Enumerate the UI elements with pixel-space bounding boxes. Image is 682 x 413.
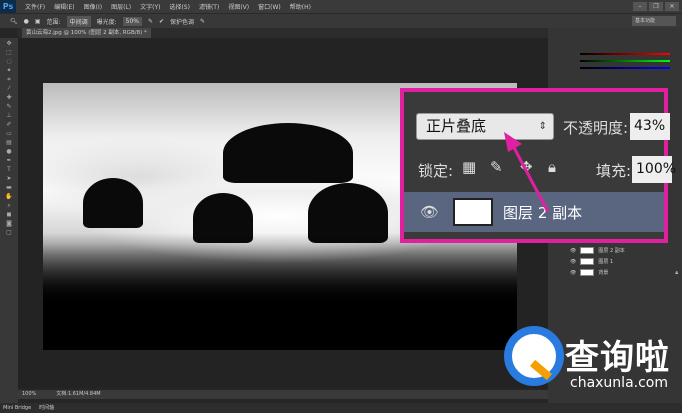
menu-filter[interactable]: 滤镜(T) — [199, 2, 219, 11]
watermark-url: chaxunla.com — [570, 375, 668, 391]
blend-mode-value: 正片叠底 — [426, 117, 487, 135]
range-label: 范围: — [46, 18, 61, 26]
dodge-tool-icon[interactable]: 🔍︎ — [10, 18, 18, 25]
layer-row[interactable]: 👁︎ 图层 2 副本 — [570, 246, 678, 255]
menu-image[interactable]: 图像(I) — [84, 2, 102, 11]
eraser-icon[interactable]: ▭ — [4, 130, 14, 137]
exposure-label: 曝光度: — [96, 18, 117, 26]
red-slider[interactable] — [580, 53, 670, 55]
hand-tool-icon[interactable]: ✋ — [4, 193, 14, 200]
status-bar: 100% 文档:1.61M/4.84M — [18, 390, 548, 399]
healing-icon[interactable]: ✚ — [4, 94, 14, 101]
tab-timeline[interactable]: 时间轴 — [39, 403, 54, 413]
move-tool-icon[interactable]: ✥ — [4, 40, 14, 47]
tab-mini-bridge[interactable]: Mini Bridge — [3, 403, 31, 413]
exposure-input[interactable]: 50% — [122, 16, 142, 26]
fill-label: 填充: — [596, 162, 632, 180]
close-button[interactable]: ✕ — [665, 2, 679, 11]
layer-row[interactable]: 👁︎ 背景 🔒︎ — [570, 268, 678, 277]
fill-input[interactable]: 100% — [632, 156, 676, 183]
shape-tool-icon[interactable]: ▬ — [4, 184, 14, 191]
pressure-icon[interactable]: ✎ — [200, 18, 205, 25]
layer-thumbnail — [580, 258, 595, 265]
menu-type[interactable]: 文字(Y) — [140, 2, 160, 11]
lasso-tool-icon[interactable]: ◌ — [4, 58, 14, 65]
layer-thumbnail — [580, 247, 595, 254]
layer-thumbnail — [580, 269, 595, 276]
bottom-tabs: Mini Bridge 时间轴 — [0, 403, 682, 413]
photoshop-logo: Ps — [0, 0, 16, 13]
brush-preset-icon[interactable]: ● — [24, 18, 29, 25]
menu-view[interactable]: 视图(V) — [228, 2, 249, 11]
pointer-arrow — [504, 132, 550, 213]
menu-window[interactable]: 窗口(W) — [258, 2, 281, 11]
type-tool-icon[interactable]: T — [4, 166, 14, 173]
color-swatch-icon[interactable]: ◼ — [4, 211, 14, 218]
eye-icon[interactable]: 👁︎ — [570, 248, 576, 254]
zoom-tool-icon[interactable]: ⌕ — [4, 202, 14, 209]
layer-row[interactable]: 👁︎ 图层 1 — [570, 257, 678, 266]
path-select-icon[interactable]: ➤ — [4, 175, 14, 182]
menu-layer[interactable]: 图层(L) — [111, 2, 131, 11]
stamp-tool-icon[interactable]: ⊥ — [4, 112, 14, 119]
layer-name: 图层 2 副本 — [598, 248, 625, 254]
brush-tool-icon[interactable]: ✎ — [4, 103, 14, 110]
menu-help[interactable]: 帮助(H) — [290, 2, 311, 11]
brush-panel-icon[interactable]: ▣ — [35, 18, 41, 25]
quick-mask-icon[interactable]: ◙ — [4, 220, 14, 227]
eye-icon[interactable]: 👁︎ — [420, 203, 439, 221]
minimize-button[interactable]: – — [633, 2, 647, 11]
lock-label: 锁定: — [418, 162, 454, 180]
color-panel — [580, 48, 670, 74]
dodge-icon[interactable]: ● — [4, 148, 14, 155]
document-size: 文档:1.61M/4.84M — [56, 391, 101, 397]
menu-file[interactable]: 文件(F) — [25, 2, 45, 11]
blue-slider[interactable] — [580, 67, 670, 69]
tools-panel: ✥ ⬚ ◌ ✦ ⌗ ⁄ ✚ ✎ ⊥ ✐ ▭ ▤ ● ✒ T ➤ ▬ ✋ ⌕ ◼ … — [0, 38, 18, 403]
opacity-input[interactable]: 43% — [630, 113, 670, 140]
green-slider[interactable] — [580, 60, 670, 62]
gradient-icon[interactable]: ▤ — [4, 139, 14, 146]
layer-name: 图层 1 — [598, 259, 614, 265]
options-bar: 🔍︎ ● ▣ 范围: 中间调 曝光度: 50% ✎ ✔ 保护色调 ✎ — [0, 13, 682, 28]
marquee-tool-icon[interactable]: ⬚ — [4, 49, 14, 56]
watermark-logo — [504, 326, 564, 386]
lock-transparency-icon[interactable]: ▦ — [462, 158, 476, 176]
restore-button[interactable]: ❐ — [649, 2, 663, 11]
layer-name: 背景 — [598, 270, 609, 276]
document-tab[interactable]: 黄山云海2.jpg @ 100% (图层 2 副本, RGB/8) * — [22, 28, 151, 38]
menu-select[interactable]: 选择(S) — [169, 2, 190, 11]
screen-mode-icon[interactable]: ▢ — [4, 229, 14, 236]
airbrush-icon[interactable]: ✎ — [148, 18, 153, 25]
lock-icon: 🔒︎ — [675, 269, 678, 276]
pen-tool-icon[interactable]: ✒ — [4, 157, 14, 164]
watermark-title: 查询啦 — [565, 338, 670, 378]
opacity-label: 不透明度: — [563, 119, 629, 137]
zoom-level[interactable]: 100% — [22, 390, 36, 399]
crop-tool-icon[interactable]: ⌗ — [4, 76, 14, 83]
protect-checkbox[interactable]: ✔ — [159, 18, 164, 25]
menu-edit[interactable]: 编辑(E) — [54, 2, 74, 11]
protect-label: 保护色调 — [170, 18, 195, 26]
menu-bar: Ps 文件(F) 编辑(E) 图像(I) 图层(L) 文字(Y) 选择(S) 滤… — [0, 0, 682, 13]
range-select[interactable]: 中间调 — [66, 15, 91, 27]
workspace-select[interactable]: 基本功能 — [632, 16, 676, 26]
eye-icon[interactable]: 👁︎ — [570, 259, 576, 265]
eye-icon[interactable]: 👁︎ — [570, 270, 576, 276]
eyedropper-icon[interactable]: ⁄ — [4, 85, 14, 92]
layer-thumbnail — [453, 198, 494, 226]
history-brush-icon[interactable]: ✐ — [4, 121, 14, 128]
magic-wand-icon[interactable]: ✦ — [4, 67, 14, 74]
